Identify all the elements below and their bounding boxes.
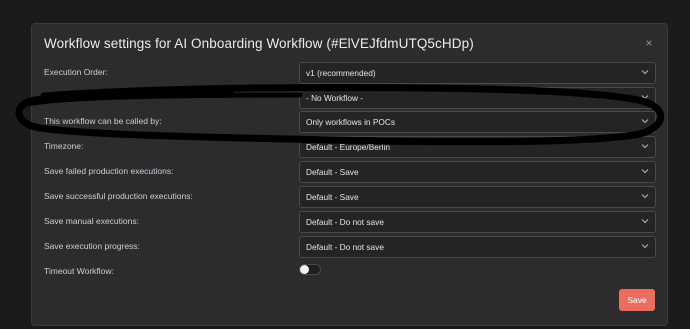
select-value: Default - Do not save (306, 217, 384, 227)
save-progress-select[interactable]: Default - Do not save (299, 236, 656, 258)
setting-row-callable-by: This workflow can be called by: Only wor… (44, 111, 656, 133)
chevron-down-icon (641, 144, 649, 149)
setting-row-timeout: Timeout Workflow: (44, 261, 656, 283)
chevron-down-icon (641, 219, 649, 224)
chevron-down-icon (641, 194, 649, 199)
setting-label: Timezone: (44, 141, 84, 151)
select-value: - No Workflow - (306, 93, 364, 103)
setting-label: This workflow can be called by: (44, 116, 162, 126)
error-workflow-select[interactable]: - No Workflow - (299, 87, 656, 109)
execution-order-select[interactable]: v1 (recommended) (299, 62, 656, 84)
select-value: Default - Save (306, 167, 359, 177)
save-button[interactable]: Save (619, 289, 655, 311)
setting-row-save-manual: Save manual executions: Default - Do not… (44, 211, 656, 233)
save-failed-select[interactable]: Default - Save (299, 161, 656, 183)
setting-label: Save execution progress: (44, 241, 140, 251)
callable-by-select[interactable]: Only workflows in POCs (299, 111, 656, 133)
setting-row-execution-order: Execution Order: v1 (recommended) (44, 62, 656, 84)
setting-row-save-progress: Save execution progress: Default - Do no… (44, 236, 656, 258)
setting-label: Save manual executions: (44, 216, 139, 226)
setting-label: Save successful production executions: (44, 191, 193, 201)
select-value: Default - Save (306, 192, 359, 202)
timeout-toggle[interactable] (299, 264, 321, 275)
setting-label: Error Wo...: (44, 92, 88, 102)
save-manual-select[interactable]: Default - Do not save (299, 211, 656, 233)
setting-row-timezone: Timezone: Default - Europe/Berlin (44, 136, 656, 158)
chevron-down-icon (641, 244, 649, 249)
toggle-knob (300, 265, 309, 274)
chevron-down-icon (641, 95, 649, 100)
select-value: Default - Do not save (306, 242, 384, 252)
setting-row-save-successful: Save successful production executions: D… (44, 186, 656, 208)
select-value: Only workflows in POCs (306, 117, 395, 127)
select-value: Default - Europe/Berlin (306, 142, 390, 152)
chevron-down-icon (641, 119, 649, 124)
setting-row-error-workflow: Error Wo...: - No Workflow - (44, 87, 656, 109)
workflow-settings-dialog: Workflow settings for AI Onboarding Work… (31, 23, 668, 326)
select-value: v1 (recommended) (306, 68, 376, 78)
setting-label: Save failed production executions: (44, 166, 174, 176)
chevron-down-icon (641, 70, 649, 75)
setting-label: Execution Order: (44, 67, 108, 77)
timezone-select[interactable]: Default - Europe/Berlin (299, 136, 656, 158)
close-icon[interactable]: × (642, 36, 656, 50)
setting-label: Timeout Workflow: (44, 266, 114, 276)
chevron-down-icon (641, 169, 649, 174)
setting-row-save-failed: Save failed production executions: Defau… (44, 161, 656, 183)
dialog-title: Workflow settings for AI Onboarding Work… (44, 36, 474, 51)
save-successful-select[interactable]: Default - Save (299, 186, 656, 208)
